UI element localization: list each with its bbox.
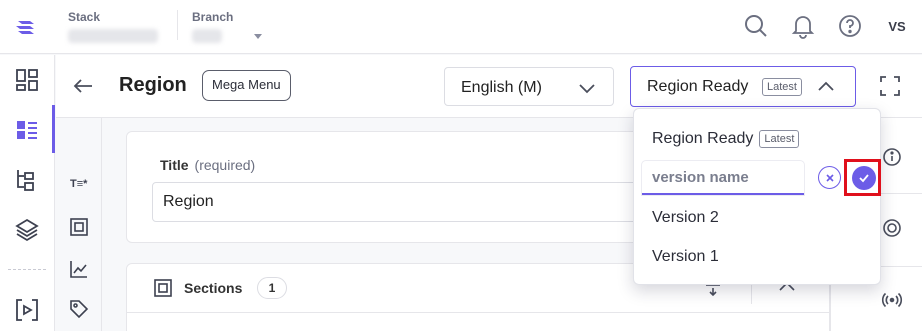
version-option-label: Region Ready bbox=[652, 130, 754, 148]
broadcast-icon[interactable] bbox=[881, 289, 903, 311]
search-icon[interactable] bbox=[743, 13, 769, 39]
user-avatar[interactable]: VS bbox=[884, 13, 910, 39]
version-option-current[interactable]: Region Ready Latest bbox=[652, 130, 800, 148]
latest-badge: Latest bbox=[762, 78, 802, 96]
cancel-rename-button[interactable] bbox=[818, 166, 841, 189]
rail-separator bbox=[8, 269, 46, 270]
close-icon bbox=[825, 173, 834, 182]
top-bar: Stack Branch VS bbox=[0, 0, 922, 54]
info-icon[interactable] bbox=[881, 146, 903, 168]
required-hint: (required) bbox=[194, 157, 256, 173]
branch-label: Branch bbox=[192, 10, 234, 24]
entry-title: Region bbox=[119, 74, 187, 96]
version-option-2[interactable]: Version 2 bbox=[652, 209, 719, 227]
top-actions: VS bbox=[743, 8, 922, 44]
highlight-annotation bbox=[844, 159, 881, 196]
tag-icon[interactable] bbox=[68, 298, 90, 320]
entries-icon[interactable] bbox=[14, 117, 40, 143]
stack-label: Stack bbox=[68, 10, 101, 24]
releases-icon[interactable] bbox=[14, 297, 40, 323]
left-nav-rail bbox=[0, 55, 55, 331]
stack-name-redacted bbox=[68, 29, 158, 43]
version-option-1[interactable]: Version 1 bbox=[652, 248, 719, 266]
text-field-icon[interactable]: T≡* bbox=[70, 178, 87, 190]
active-nav-indicator bbox=[52, 105, 55, 153]
back-arrow-icon[interactable] bbox=[72, 75, 94, 97]
sections-label: Sections bbox=[184, 280, 243, 296]
locale-value: English (M) bbox=[461, 79, 542, 96]
branch-name-redacted bbox=[192, 29, 222, 43]
locale-select[interactable]: English (M) bbox=[444, 67, 614, 106]
content-type-chip[interactable]: Mega Menu bbox=[202, 70, 291, 101]
content-models-icon[interactable] bbox=[14, 167, 40, 193]
sections-count-badge: 1 bbox=[257, 277, 287, 299]
field-toolbar: T≡* bbox=[56, 118, 102, 331]
chevron-down-icon bbox=[579, 84, 595, 94]
title-label-text: Title bbox=[160, 157, 189, 173]
chevron-up-icon bbox=[818, 81, 834, 91]
stack-selector[interactable]: Stack bbox=[68, 10, 158, 43]
branch-selector[interactable]: Branch bbox=[192, 10, 262, 43]
title-field-label: Title (required) bbox=[160, 157, 255, 173]
help-icon[interactable] bbox=[837, 13, 863, 39]
modular-block-icon bbox=[154, 279, 172, 297]
dashboard-icon[interactable] bbox=[14, 67, 40, 93]
latest-badge: Latest bbox=[759, 130, 800, 148]
settings-circle-icon[interactable] bbox=[881, 217, 903, 239]
modular-block-icon[interactable] bbox=[68, 216, 90, 238]
version-select[interactable]: Region Ready Latest bbox=[630, 66, 856, 107]
contentstack-logo-icon[interactable] bbox=[13, 14, 39, 40]
bell-icon[interactable] bbox=[790, 13, 816, 39]
stack-layers-icon[interactable] bbox=[14, 217, 40, 243]
version-name-input[interactable] bbox=[642, 161, 804, 195]
caret-down-icon bbox=[254, 33, 262, 39]
version-dropdown: Region Ready Latest Version 2 Version 1 bbox=[633, 108, 881, 285]
fullscreen-icon[interactable] bbox=[878, 74, 902, 98]
version-value: Region Ready bbox=[647, 78, 749, 95]
chart-icon[interactable] bbox=[68, 258, 90, 280]
topbar-divider bbox=[177, 10, 178, 40]
